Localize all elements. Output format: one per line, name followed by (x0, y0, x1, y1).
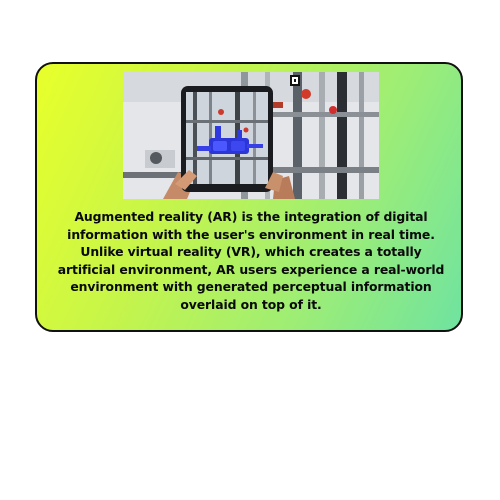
info-card: Augmented reality (AR) is the integratio… (35, 62, 463, 332)
page: Augmented reality (AR) is the integratio… (0, 0, 500, 500)
ar-description-text: Augmented reality (AR) is the integratio… (57, 209, 445, 312)
ar-tablet-photo (123, 72, 379, 199)
